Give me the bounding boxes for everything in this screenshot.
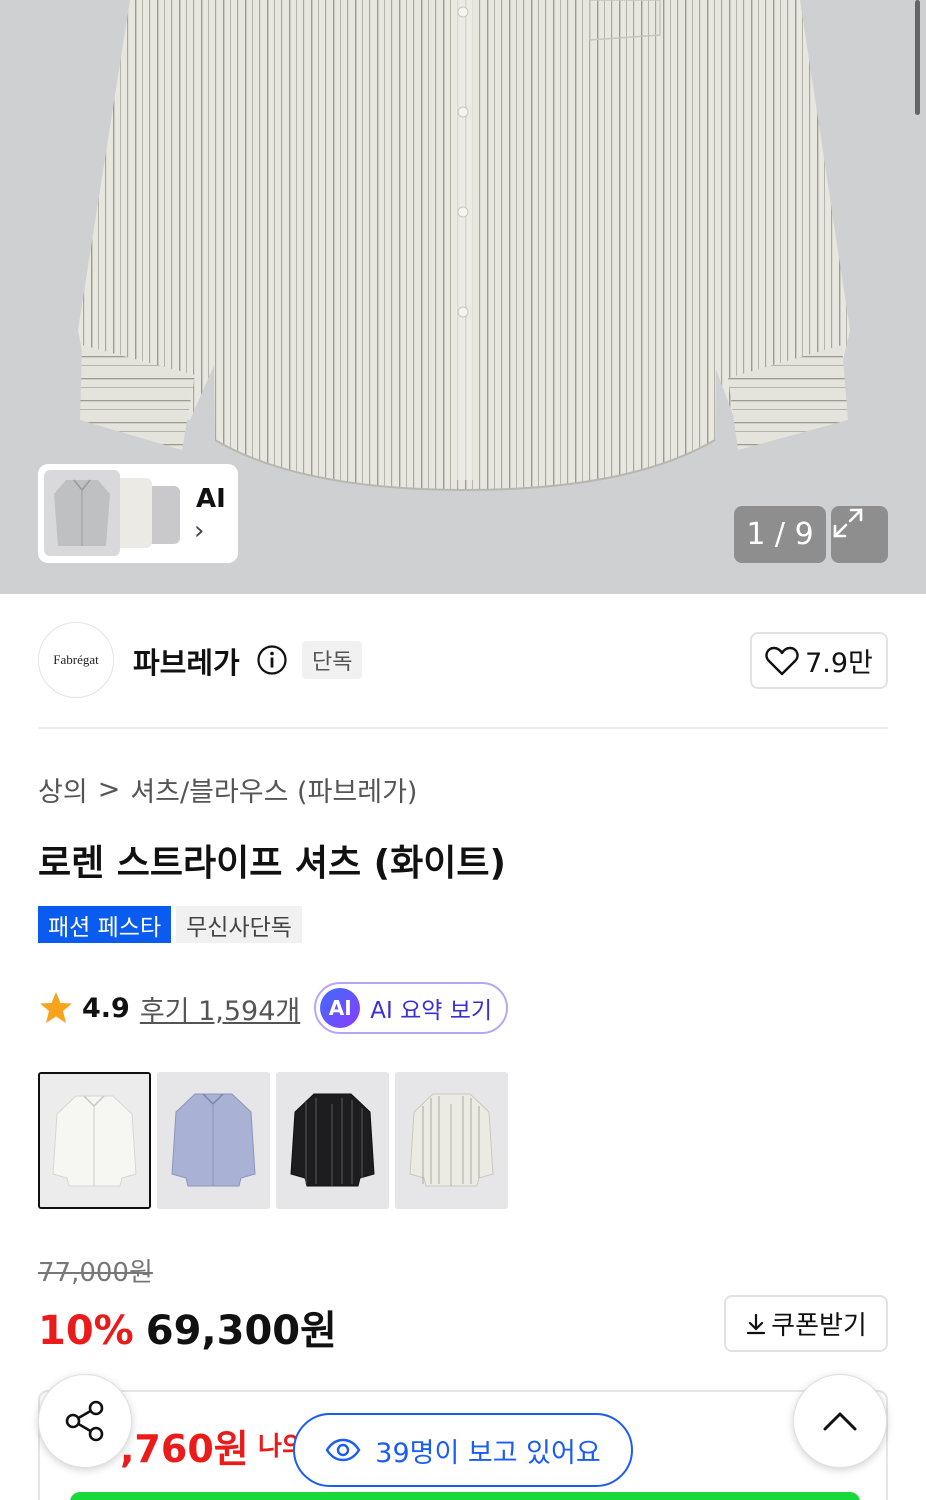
review-count-link[interactable]: 후기 1,594개 — [140, 989, 300, 1028]
coupon-button[interactable]: 쿠폰받기 — [724, 1295, 888, 1352]
star-icon — [40, 992, 72, 1023]
product-image-gallery[interactable]: AI › 1 / 9 — [0, 0, 926, 594]
page-scrollbar[interactable] — [915, 0, 920, 115]
color-option-blue[interactable] — [157, 1072, 270, 1209]
breadcrumb-subcategory[interactable]: 셔츠/블라우스 (파브레가) — [130, 770, 417, 809]
original-price: 77,000원 — [38, 1258, 153, 1288]
discount-rate: 10% — [38, 1308, 134, 1354]
like-button[interactable]: 7.9만 — [750, 632, 888, 689]
share-button[interactable] — [38, 1374, 132, 1468]
breadcrumb: 상의 > 셔츠/블라우스 (파브레가) — [38, 770, 417, 809]
ai-thumbnail-stack — [44, 470, 184, 556]
download-icon — [747, 1313, 766, 1334]
price-row: 10% 69,300원 — [38, 1298, 337, 1356]
ai-label: AI — [196, 484, 226, 514]
ai-summary-label: AI 요약 보기 — [370, 998, 493, 1024]
sale-price: 69,300원 — [145, 1308, 337, 1354]
brand-row: Fabrégat 파브레가 단독 7.9만 — [38, 622, 888, 700]
color-option-ivory-stripe[interactable] — [395, 1072, 508, 1209]
brand-logo-text: Fabrégat — [53, 652, 99, 667]
color-option-black[interactable] — [276, 1072, 389, 1209]
coupon-label: 쿠폰받기 — [771, 1311, 867, 1341]
purchase-button[interactable] — [70, 1492, 860, 1500]
share-icon — [65, 1400, 104, 1442]
benefit-price: ,760원 — [120, 1427, 249, 1471]
info-icon[interactable] — [256, 644, 288, 676]
ai-image-preview[interactable]: AI › — [38, 464, 238, 563]
brand-logo[interactable]: Fabrégat — [38, 622, 114, 698]
breadcrumb-separator-icon: > — [97, 774, 121, 805]
expand-button[interactable] — [831, 506, 888, 563]
color-option-white[interactable] — [38, 1072, 151, 1209]
chevron-right-icon: › — [194, 516, 205, 546]
eye-icon — [325, 1438, 361, 1462]
section-divider — [38, 727, 888, 729]
rating-row: 4.9 후기 1,594개 AI AI 요약 보기 — [38, 980, 509, 1036]
viewers-text: 39명이 보고 있어요 — [375, 1437, 601, 1469]
breadcrumb-category[interactable]: 상의 — [38, 770, 88, 809]
ai-badge-icon: AI — [320, 988, 361, 1028]
brand-name[interactable]: 파브레가 — [133, 640, 240, 682]
product-title: 로렌 스트라이프 셔츠 (화이트) — [38, 843, 506, 884]
ai-summary-button[interactable]: AI AI 요약 보기 — [314, 982, 509, 1034]
chevron-up-icon — [823, 1412, 857, 1431]
fashion-festa-tag: 패션 페스타 — [38, 906, 172, 943]
heart-icon — [765, 646, 799, 675]
image-counter: 1 / 9 — [734, 506, 826, 563]
color-options — [38, 1072, 508, 1209]
ai-thumbnail-1 — [44, 470, 120, 556]
rating-score: 4.9 — [82, 992, 130, 1024]
expand-icon — [833, 508, 863, 538]
scroll-top-button[interactable] — [793, 1374, 887, 1468]
like-count: 7.9만 — [805, 648, 873, 679]
musinsa-exclusive-tag: 무신사단독 — [176, 906, 302, 943]
product-tags: 패션 페스타 무신사단독 — [38, 906, 302, 943]
viewers-count-badge: 39명이 보고 있어요 — [293, 1413, 633, 1487]
exclusive-badge: 단독 — [302, 641, 363, 679]
